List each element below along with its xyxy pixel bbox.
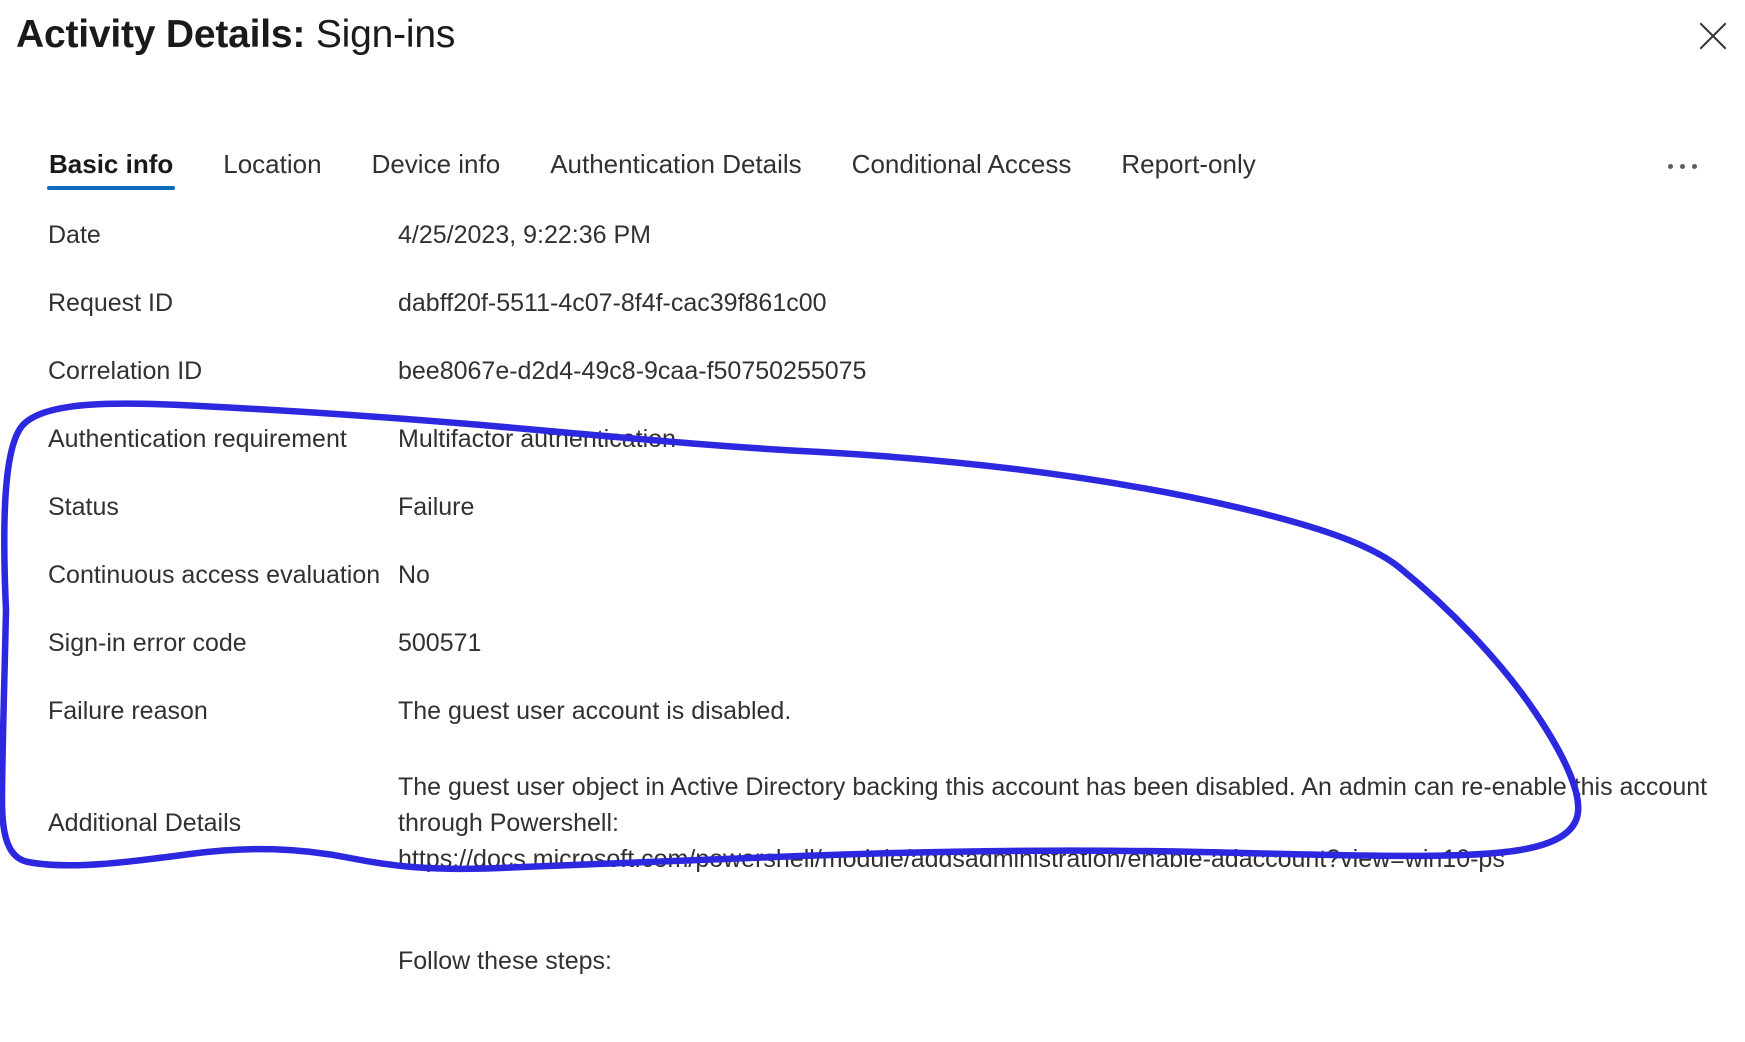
tab-list: Basic info Location Device info Authenti…	[24, 140, 1281, 198]
detail-row-date: Date 4/25/2023, 9:22:36 PM	[0, 218, 1745, 286]
detail-label: Date	[48, 221, 101, 249]
tab-label: Location	[223, 149, 322, 179]
detail-label: Request ID	[48, 289, 174, 317]
detail-label: Failure reason	[48, 697, 208, 725]
detail-value: No	[398, 561, 430, 589]
detail-value: dabff20f-5511-4c07-8f4f-cac39f861c00	[398, 289, 827, 317]
tab-authentication-details[interactable]: Authentication Details	[525, 140, 826, 198]
detail-row-continuous-access-evaluation: Continuous access evaluation No	[0, 558, 1745, 626]
detail-label: Correlation ID	[48, 357, 203, 385]
detail-value: Failure	[398, 493, 475, 521]
tab-label: Basic info	[49, 149, 174, 179]
detail-label: Sign-in error code	[48, 629, 247, 657]
detail-row-failure-reason: Failure reason The guest user account is…	[0, 694, 1745, 762]
tab-bar: Basic info Location Device info Authenti…	[0, 140, 1745, 202]
activity-details-panel: Activity Details: Sign-ins Basic info Lo…	[0, 0, 1745, 1042]
tab-label: Report-only	[1121, 149, 1256, 179]
tab-label: Authentication Details	[550, 149, 802, 179]
tab-basic-info[interactable]: Basic info	[24, 140, 198, 198]
detail-row-correlation-id: Correlation ID bee8067e-d2d4-49c8-9caa-f…	[0, 354, 1745, 422]
detail-row-request-id: Request ID dabff20f-5511-4c07-8f4f-cac39…	[0, 286, 1745, 354]
detail-row-status: Status Failure	[0, 490, 1745, 558]
tab-report-only[interactable]: Report-only	[1096, 140, 1280, 198]
tab-location[interactable]: Location	[198, 140, 346, 198]
ellipsis-dot-icon	[1667, 163, 1673, 169]
detail-list: Date 4/25/2023, 9:22:36 PM Request ID da…	[0, 218, 1745, 884]
page-title-strong: Activity Details:	[16, 13, 306, 56]
tab-overflow-button[interactable]	[1654, 148, 1710, 184]
tab-label: Conditional Access	[851, 149, 1072, 179]
tab-conditional-access[interactable]: Conditional Access	[827, 140, 1097, 198]
detail-row-sign-in-error-code: Sign-in error code 500571	[0, 626, 1745, 694]
detail-value: Multifactor authentication	[398, 425, 676, 453]
detail-row-additional-details: Additional Details The guest user object…	[0, 762, 1745, 884]
detail-value: The guest user object in Active Director…	[398, 773, 1708, 873]
close-icon	[1698, 21, 1728, 51]
page-title: Activity Details: Sign-ins	[16, 8, 455, 62]
detail-label: Additional Details	[48, 809, 242, 837]
follow-steps-note: Follow these steps:	[398, 947, 612, 975]
panel-header: Activity Details: Sign-ins	[0, 0, 1745, 88]
tab-device-info[interactable]: Device info	[347, 140, 526, 198]
detail-label: Continuous access evaluation	[48, 561, 381, 589]
detail-row-authentication-requirement: Authentication requirement Multifactor a…	[0, 422, 1745, 490]
detail-value: 500571	[398, 629, 482, 657]
detail-label: Authentication requirement	[48, 425, 347, 453]
detail-value: The guest user account is disabled.	[398, 697, 792, 725]
detail-value: 4/25/2023, 9:22:36 PM	[398, 221, 651, 249]
ellipsis-dot-icon	[1691, 163, 1697, 169]
page-title-light: Sign-ins	[305, 13, 456, 56]
ellipsis-dot-icon	[1679, 163, 1685, 169]
detail-value: bee8067e-d2d4-49c8-9caa-f50750255075	[398, 357, 867, 385]
close-button[interactable]	[1691, 14, 1735, 58]
tab-label: Device info	[371, 149, 501, 179]
detail-label: Status	[48, 493, 119, 521]
